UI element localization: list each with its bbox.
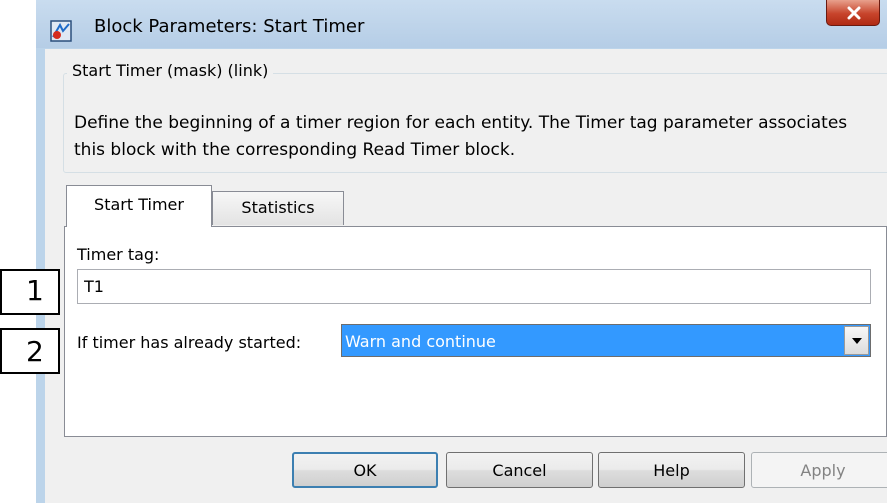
block-description: Define the beginning of a timer region f… xyxy=(74,113,848,160)
already-started-select[interactable]: Warn and continue xyxy=(341,324,871,357)
dropdown-button[interactable] xyxy=(844,326,869,355)
title-bar[interactable]: Block Parameters: Start Timer xyxy=(36,0,887,48)
tab-start-timer[interactable]: Start Timer xyxy=(66,185,212,227)
description-group-legend: Start Timer (mask) (link) xyxy=(67,61,274,80)
ok-button[interactable]: OK xyxy=(292,452,438,488)
timer-tag-input[interactable] xyxy=(77,269,871,304)
close-button[interactable] xyxy=(826,0,880,26)
already-started-selected-value: Warn and continue xyxy=(345,332,496,351)
help-button[interactable]: Help xyxy=(598,452,745,488)
start-timer-tab-panel: Timer tag: If timer has already started:… xyxy=(64,226,887,437)
already-started-label: If timer has already started: xyxy=(77,333,302,352)
simulink-block-icon xyxy=(50,20,72,42)
tab-statistics[interactable]: Statistics xyxy=(212,191,344,225)
apply-button[interactable]: Apply xyxy=(751,452,887,488)
window-title: Block Parameters: Start Timer xyxy=(94,16,365,37)
callout-1: 1 xyxy=(0,269,60,315)
callout-2: 2 xyxy=(0,328,60,374)
timer-tag-label: Timer tag: xyxy=(77,245,160,264)
cancel-button[interactable]: Cancel xyxy=(446,452,593,488)
dialog-client-area: Start Timer (mask) (link) Define the beg… xyxy=(45,49,887,503)
dialog-window: Block Parameters: Start Timer Start Time… xyxy=(36,0,887,503)
